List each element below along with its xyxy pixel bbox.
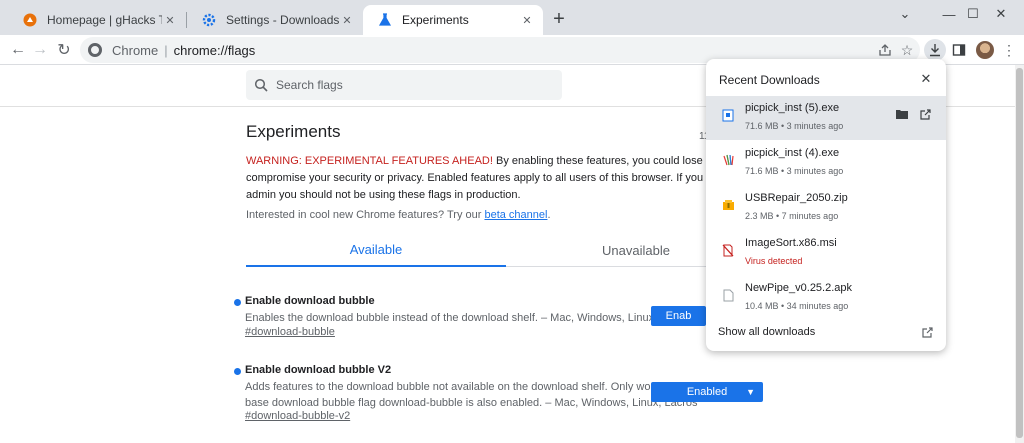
file-icon (721, 288, 735, 302)
flag-link[interactable]: #download-bubble (245, 326, 335, 338)
warning-text: WARNING: EXPERIMENTAL FEATURES AHEAD! By… (246, 153, 706, 204)
picpick-icon (721, 153, 735, 167)
beta-channel-link[interactable]: beta channel (484, 209, 547, 221)
bookmark-star-icon[interactable]: ☆ (896, 39, 918, 61)
flag-description: Adds features to the download bubble not… (245, 381, 693, 393)
open-external-icon[interactable] (917, 106, 933, 122)
flag-name: Enable download bubble (245, 295, 375, 307)
chrome-icon (88, 43, 102, 57)
download-item[interactable]: ImageSort.x86.msi Virus detected (706, 231, 946, 275)
scrollbar-thumb[interactable] (1016, 68, 1023, 438)
show-all-downloads-link[interactable]: Show all downloads (718, 326, 815, 338)
warning-line-1: By enabling these features, you could lo… (495, 155, 706, 167)
flag-link[interactable]: #download-bubble-v2 (245, 410, 350, 422)
flag-state-select[interactable]: Enabled ▼ (651, 382, 763, 402)
reload-button[interactable]: ↻ (52, 38, 76, 62)
search-flags-input[interactable] (276, 78, 536, 92)
avatar (976, 41, 994, 59)
ghacks-favicon (22, 12, 38, 28)
flag-description: Enables the download bubble instead of t… (245, 312, 694, 324)
share-icon[interactable] (874, 39, 896, 61)
flag-state-value: Enabled (686, 386, 728, 398)
modified-indicator (234, 368, 241, 375)
close-icon[interactable]: ✕ (162, 12, 178, 28)
download-filename: picpick_inst (5).exe (745, 102, 840, 114)
search-flags-box[interactable] (246, 70, 562, 100)
tab-title: Settings - Downloads (226, 13, 339, 27)
omnibox-url: chrome://flags (173, 42, 256, 58)
download-filename: USBRepair_2050.zip (745, 192, 848, 204)
tab-experiments[interactable]: Experiments ✕ (363, 5, 543, 35)
close-icon[interactable]: ✕ (339, 12, 355, 28)
download-filename: NewPipe_v0.25.2.apk (745, 282, 853, 294)
tab-available[interactable]: Available (246, 234, 506, 267)
beta-note-text: Interested in cool new Chrome features? … (246, 209, 485, 221)
installer-icon (721, 108, 735, 122)
profile-avatar[interactable] (974, 39, 996, 61)
open-external-icon[interactable] (920, 325, 934, 339)
flag-entry: Enable download bubble V2 Adds features … (234, 364, 698, 428)
close-icon[interactable]: ✕ (918, 71, 934, 87)
modified-indicator (234, 299, 241, 306)
flag-name: Enable download bubble V2 (245, 364, 392, 376)
flag-state-select[interactable]: Enab (651, 306, 706, 326)
download-meta: 2.3 MB • 7 minutes ago (745, 211, 839, 221)
tab-strip: Homepage | gHacks Technology ✕ Settings … (0, 0, 1024, 35)
download-item[interactable]: NewPipe_v0.25.2.apk 10.4 MB • 34 minutes… (706, 276, 946, 320)
warning-line-2: compromise your security or privacy. Ena… (246, 172, 706, 184)
gear-icon (201, 12, 217, 28)
flag-description-cont: base download bubble flag download-bubbl… (245, 397, 698, 409)
flag-state-value: Enab (665, 310, 692, 322)
flask-icon (377, 12, 393, 28)
archive-icon (721, 198, 735, 212)
folder-icon[interactable] (894, 106, 910, 122)
tab-title: Experiments (402, 13, 469, 27)
download-filename: ImageSort.x86.msi (745, 237, 837, 249)
blocked-file-icon (721, 243, 735, 257)
download-status-danger: Virus detected (745, 256, 803, 266)
download-meta: 71.6 MB • 3 minutes ago (745, 121, 844, 131)
download-meta: 71.6 MB • 3 minutes ago (745, 166, 844, 176)
search-icon (254, 78, 268, 92)
page-title: Experiments (246, 122, 341, 141)
side-panel-icon[interactable] (948, 39, 970, 61)
omnibox-label: Chrome (112, 42, 159, 58)
download-item[interactable]: picpick_inst (4).exe 71.6 MB • 3 minutes… (706, 141, 946, 185)
download-filename: picpick_inst (4).exe (745, 147, 840, 159)
flag-entry: Enable download bubble Enables the downl… (234, 295, 693, 343)
download-meta: 10.4 MB • 34 minutes ago (745, 301, 849, 311)
beta-channel-note: Interested in cool new Chrome features? … (246, 209, 551, 221)
flags-tabs: Available Unavailable (246, 234, 766, 267)
forward-button[interactable]: → (28, 38, 52, 62)
downloads-bubble: Recent Downloads ✕ picpick_inst (5).exe … (706, 59, 946, 351)
back-button[interactable]: ← (6, 38, 30, 62)
new-tab-button[interactable]: + (548, 8, 570, 30)
download-item[interactable]: USBRepair_2050.zip 2.3 MB • 7 minutes ag… (706, 186, 946, 230)
tab-settings-downloads[interactable]: Settings - Downloads ✕ (187, 5, 363, 35)
chevron-down-icon: ▼ (746, 387, 755, 397)
warning-line-3: admin you should not be using these flag… (246, 189, 521, 201)
warning-heading: WARNING: EXPERIMENTAL FEATURES AHEAD! (246, 155, 493, 167)
bubble-title: Recent Downloads (719, 73, 820, 87)
download-item[interactable]: picpick_inst (5).exe 71.6 MB • 3 minutes… (706, 96, 946, 140)
beta-note-suffix: . (547, 209, 551, 221)
download-icon[interactable] (924, 39, 946, 61)
tab-ghacks[interactable]: Homepage | gHacks Technology ✕ (8, 5, 186, 35)
more-menu-icon[interactable]: ⋮ (998, 39, 1020, 61)
close-icon[interactable]: ✕ (519, 12, 535, 28)
close-window-button[interactable]: ✕ (978, 0, 1024, 28)
chevron-down-icon[interactable]: ⌄ (882, 0, 928, 28)
tab-title: Homepage | gHacks Technology (47, 13, 162, 27)
omnibox-divider: | (164, 42, 168, 58)
